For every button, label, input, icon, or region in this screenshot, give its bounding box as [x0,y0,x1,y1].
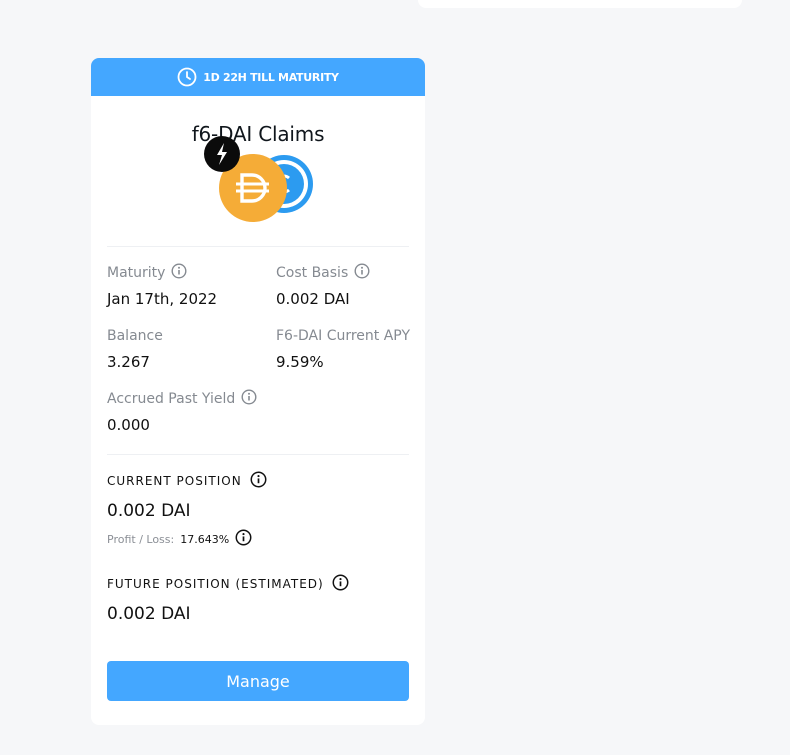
cost-basis-value: 0.002 DAI [276,290,350,308]
bolt-icon [204,136,240,172]
info-icon[interactable] [354,263,370,283]
balance-field: Balance 3.267 [107,328,276,371]
current-position-section: CURRENT POSITION 0.002 DAI Profit / Loss… [91,471,425,549]
details-grid: Maturity Jan 17th, 2022 Cost Basis 0.002… [91,247,425,434]
adjacent-card [418,0,742,8]
info-icon[interactable] [171,263,187,283]
future-position-section: FUTURE POSITION (ESTIMATED) 0.002 DAI [91,574,425,624]
clock-icon [177,67,197,87]
card-title: f6-DAI Claims [191,122,325,146]
balance-value: 3.267 [107,353,150,371]
info-icon[interactable] [235,529,252,549]
profit-loss-value: 17.643% [180,532,230,546]
current-position-label: CURRENT POSITION [107,474,242,488]
current-position-value: 0.002 DAI [107,501,191,521]
future-position-value: 0.002 DAI [107,604,191,624]
cost-basis-field: Cost Basis 0.002 DAI [276,263,425,308]
apy-field: F6-DAI Current APY 9.59% [276,328,425,371]
info-icon[interactable] [250,471,267,491]
accrued-yield-label: Accrued Past Yield [107,391,236,407]
maturity-value: Jan 17th, 2022 [107,290,218,308]
maturity-countdown: 1D 22H TILL MATURITY [203,70,339,84]
future-position-label: FUTURE POSITION (ESTIMATED) [107,577,324,591]
manage-button[interactable]: Manage [107,661,409,701]
accrued-yield-field: Accrued Past Yield 0.000 [107,389,276,434]
divider [107,454,409,455]
profit-loss: Profit / Loss: 17.643% [107,529,409,549]
info-icon[interactable] [241,389,257,409]
maturity-label: Maturity [107,265,166,281]
maturity-field: Maturity Jan 17th, 2022 [107,263,276,308]
position-card: 1D 22H TILL MATURITY f6-DAI Claims Matur… [91,58,425,725]
cost-basis-label: Cost Basis [276,265,349,281]
apy-value: 9.59% [276,353,324,371]
maturity-banner: 1D 22H TILL MATURITY [91,58,425,96]
balance-label: Balance [107,328,163,344]
profit-loss-label: Profit / Loss: [107,532,175,546]
token-icons [91,136,425,246]
accrued-yield-value: 0.000 [107,416,150,434]
apy-label: F6-DAI Current APY [276,328,410,344]
info-icon[interactable] [332,574,349,594]
